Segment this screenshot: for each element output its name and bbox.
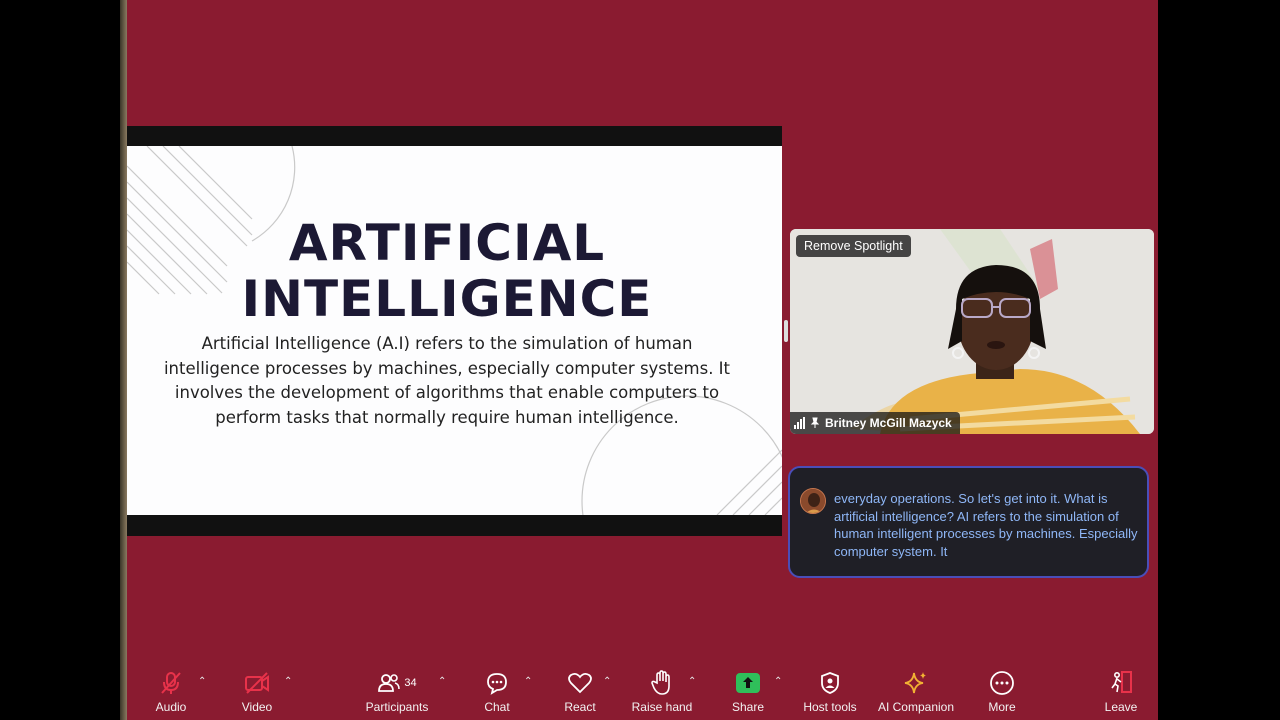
split-view-handle[interactable]: [784, 320, 788, 342]
raise-hand-options-caret[interactable]: ⌃: [688, 676, 696, 687]
leave-button[interactable]: Leave: [1081, 666, 1158, 714]
share-up-arrow-icon: [736, 673, 760, 693]
hand-icon: [651, 670, 670, 695]
slide-title-line2: INTELLIGENCE: [241, 270, 653, 328]
speaker-avatar: [800, 488, 826, 514]
audio-options-caret[interactable]: ⌃: [198, 676, 206, 687]
leave-door-icon: [1111, 671, 1132, 693]
host-tools-label: Host tools: [803, 700, 857, 714]
participant-name: Britney McGill Mazyck: [825, 416, 952, 430]
video-button[interactable]: Video: [217, 666, 297, 714]
shield-icon: [821, 672, 839, 694]
spotlight-video-tile[interactable]: Remove Spotlight Britney McGill Mazyck: [790, 229, 1154, 434]
chat-button[interactable]: Chat: [457, 666, 537, 714]
left-edge-strip: [120, 0, 127, 720]
video-off-icon: [245, 672, 269, 694]
remove-spotlight-button[interactable]: Remove Spotlight: [796, 235, 911, 257]
audio-label: Audio: [155, 700, 187, 714]
meeting-toolbar: Audio ⌃ Video ⌃ 34 Participants ⌃ Chat ⌃…: [127, 658, 1158, 720]
ai-companion-label: AI Companion: [877, 700, 955, 714]
sparkle-icon: [904, 672, 926, 694]
chat-icon: [487, 673, 507, 695]
slide-body-text: Artificial Intelligence (A.I) refers to …: [163, 334, 731, 427]
more-button[interactable]: More: [962, 666, 1042, 714]
react-button[interactable]: React: [540, 666, 620, 714]
video-label: Video: [241, 700, 273, 714]
slide-decoration: [127, 146, 782, 515]
slide-title-line1: ARTIFICIAL: [288, 214, 606, 272]
caption-text: everyday operations. So let's get into i…: [834, 491, 1138, 559]
participants-options-caret[interactable]: ⌃: [438, 676, 446, 687]
chat-label: Chat: [484, 700, 510, 714]
meeting-stage: ARTIFICIAL INTELLIGENCE Artificial Intel…: [127, 0, 1158, 720]
share-button[interactable]: Share: [708, 666, 788, 714]
signal-icon: [794, 417, 805, 429]
leave-label: Leave: [1104, 700, 1138, 714]
react-options-caret[interactable]: ⌃: [603, 676, 611, 687]
live-caption-box: everyday operations. So let's get into i…: [788, 466, 1149, 578]
heart-icon: [568, 672, 592, 694]
microphone-muted-icon: [161, 672, 181, 694]
participants-label: Participants: [365, 700, 429, 714]
share-label: Share: [731, 700, 765, 714]
right-letterbox: [1158, 0, 1280, 720]
video-options-caret[interactable]: ⌃: [284, 676, 292, 687]
participants-count: 34: [404, 677, 417, 689]
chat-options-caret[interactable]: ⌃: [524, 676, 532, 687]
participant-name-tag: Britney McGill Mazyck: [790, 412, 960, 434]
ai-companion-button[interactable]: AI Companion: [876, 666, 956, 714]
pin-icon: [810, 417, 820, 428]
participant-video: [790, 229, 1154, 434]
shared-screen: ARTIFICIAL INTELLIGENCE Artificial Intel…: [127, 126, 782, 536]
raise-hand-label: Raise hand: [631, 700, 693, 714]
share-options-caret[interactable]: ⌃: [774, 676, 782, 687]
audio-button[interactable]: Audio: [131, 666, 211, 714]
raise-hand-button[interactable]: Raise hand: [622, 666, 702, 714]
participants-button[interactable]: 34 Participants: [357, 666, 437, 714]
react-label: React: [564, 700, 596, 714]
host-tools-button[interactable]: Host tools: [790, 666, 870, 714]
ellipsis-icon: [990, 671, 1014, 695]
presentation-slide: ARTIFICIAL INTELLIGENCE Artificial Intel…: [127, 146, 782, 515]
left-letterbox: [0, 0, 127, 720]
participants-icon: [378, 674, 401, 692]
more-label: More: [988, 700, 1016, 714]
